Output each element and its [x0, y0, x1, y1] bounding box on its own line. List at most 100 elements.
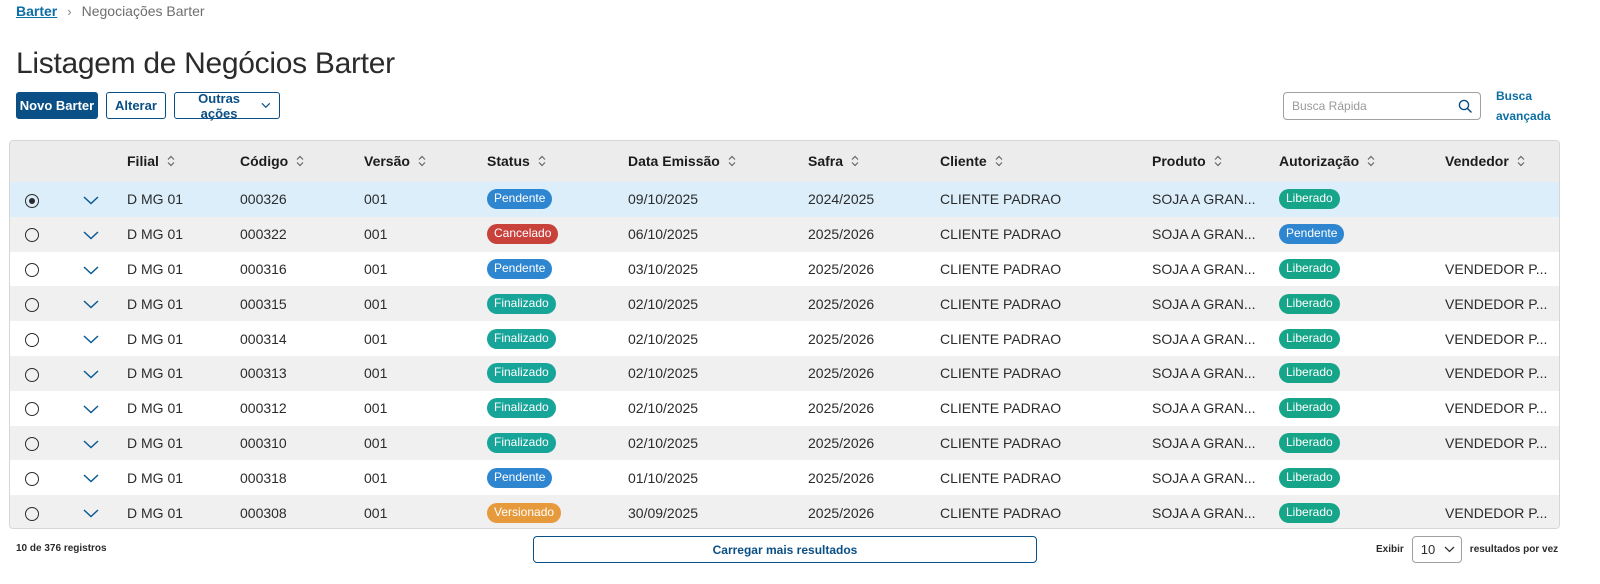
cell-autorizacao: Liberado	[1279, 495, 1445, 528]
cell-vendedor: VENDEDOR P...	[1445, 330, 1548, 347]
table-row[interactable]: D MG 01 000322 001 Cancelado 06/10/2025 2025/…	[10, 216, 1559, 252]
col-header-label: Status	[487, 152, 530, 169]
cell-cliente: CLIENTE PADRAO	[940, 226, 1062, 243]
sort-icon[interactable]	[296, 154, 304, 170]
table-row[interactable]: D MG 01 000313 001 Finalizado 02/10/2025 2025…	[10, 355, 1559, 391]
cell-filial: D MG 01	[127, 191, 184, 208]
cell-autorizacao: Liberado	[1279, 391, 1445, 426]
row-radio[interactable]	[25, 437, 39, 452]
edit-button[interactable]: Alterar	[106, 92, 166, 119]
col-header-label: Data Emissão	[628, 152, 720, 169]
cell-autorizacao: Liberado	[1279, 356, 1445, 391]
cell-codigo: 000322	[240, 226, 287, 243]
col-header[interactable]: Cliente	[940, 141, 1152, 182]
sort-icon[interactable]	[418, 154, 426, 170]
row-radio[interactable]	[25, 193, 39, 208]
col-header-label: Safra	[808, 152, 844, 169]
page-size-select[interactable]: 10	[1411, 536, 1462, 563]
sort-icon[interactable]	[1367, 154, 1375, 170]
cell-autorizacao: Liberado	[1279, 460, 1445, 495]
select-cell	[10, 286, 75, 321]
row-radio[interactable]	[25, 297, 39, 312]
table-row[interactable]: D MG 01 000312 001 Finalizado 02/10/2025 2025…	[10, 390, 1559, 426]
col-header-label: Produto	[1152, 152, 1206, 169]
cell-filial: D MG 01	[127, 330, 184, 347]
col-header[interactable]: Vendedor	[1445, 141, 1559, 182]
chevron-down-icon[interactable]	[83, 192, 99, 208]
row-radio[interactable]	[25, 471, 39, 486]
quick-search-input[interactable]	[1292, 99, 1458, 113]
col-header[interactable]: Autorização	[1279, 141, 1445, 182]
table-row[interactable]: D MG 01 000314 001 Finalizado 02/10/2025 2025…	[10, 321, 1559, 356]
chevron-down-icon[interactable]	[83, 227, 99, 243]
barter-table: Filial Código Versão Status Data Emissão…	[9, 140, 1560, 529]
sort-icon[interactable]	[995, 154, 1003, 170]
breadcrumb-barter-link[interactable]: Barter	[16, 3, 57, 19]
cell-safra: 2025/2026	[808, 295, 875, 312]
col-header[interactable]: Código	[240, 141, 364, 182]
quick-search[interactable]	[1283, 92, 1481, 120]
authorization-badge: Liberado	[1279, 432, 1340, 453]
row-radio[interactable]	[25, 402, 39, 417]
cell-safra: 2024/2025	[808, 191, 875, 208]
chevron-down-icon[interactable]	[83, 505, 99, 521]
cell-cliente: CLIENTE PADRAO	[940, 504, 1062, 521]
table-row[interactable]: D MG 01 000318 001 Pendente 01/10/2025 2025/2…	[10, 460, 1559, 496]
authorization-badge: Liberado	[1279, 467, 1340, 488]
chevron-down-icon[interactable]	[83, 331, 99, 347]
status-badge: Pendente	[487, 189, 553, 210]
cell-filial: D MG 01	[127, 400, 184, 417]
row-radio[interactable]	[25, 506, 39, 521]
col-header[interactable]: Data Emissão	[628, 141, 808, 182]
more-actions-label: Outras ações	[198, 90, 241, 121]
sort-icon[interactable]	[538, 154, 546, 170]
col-header[interactable]: Status	[487, 141, 628, 182]
chevron-right-icon: ›	[67, 3, 72, 19]
cell-cliente: CLIENTE PADRAO	[940, 330, 1062, 347]
sort-icon[interactable]	[167, 154, 175, 170]
select-cell	[10, 356, 75, 391]
table-row[interactable]: D MG 01 000326 001 Pendente 09/10/2025 2024/2…	[10, 182, 1559, 217]
table-row[interactable]: D MG 01 000316 001 Pendente 03/10/2025 2025/2…	[10, 251, 1559, 287]
authorization-badge: Liberado	[1279, 189, 1340, 210]
search-icon[interactable]	[1458, 99, 1472, 113]
cell-autorizacao: Liberado	[1279, 286, 1445, 321]
authorization-badge: Liberado	[1279, 258, 1340, 279]
chevron-down-icon[interactable]	[83, 262, 99, 278]
cell-cliente: CLIENTE PADRAO	[940, 191, 1062, 208]
cell-status: Finalizado	[487, 321, 628, 356]
sort-icon[interactable]	[1214, 154, 1222, 170]
sort-icon[interactable]	[728, 154, 736, 170]
chevron-down-icon[interactable]	[83, 366, 99, 382]
load-more-button[interactable]: Carregar mais resultados	[533, 536, 1037, 563]
cell-autorizacao: Liberado	[1279, 182, 1445, 217]
chevron-down-icon[interactable]	[83, 436, 99, 452]
sort-icon[interactable]	[1517, 154, 1525, 170]
row-radio[interactable]	[25, 367, 39, 382]
expand-cell	[75, 321, 127, 356]
sort-icon[interactable]	[851, 154, 859, 170]
authorization-badge: Liberado	[1279, 328, 1340, 349]
col-header[interactable]: Versão	[364, 141, 487, 182]
cell-versao: 001	[364, 469, 388, 486]
col-header[interactable]: Filial	[127, 141, 240, 182]
row-radio[interactable]	[25, 228, 39, 243]
advanced-search-link[interactable]: Busca avançada	[1496, 86, 1551, 126]
chevron-down-icon[interactable]	[83, 296, 99, 312]
col-header[interactable]: Produto	[1152, 141, 1279, 182]
action-bar: Novo Barter Alterar Outras ações	[16, 90, 280, 121]
more-actions-button[interactable]: Outras ações	[173, 90, 280, 121]
chevron-down-icon[interactable]	[83, 470, 99, 486]
chevron-down-icon[interactable]	[83, 401, 99, 417]
col-header-label: Autorização	[1279, 152, 1360, 169]
row-radio[interactable]	[25, 263, 39, 278]
row-radio[interactable]	[25, 332, 39, 347]
new-barter-button[interactable]: Novo Barter	[16, 92, 98, 119]
cell-safra: 2025/2026	[808, 469, 875, 486]
table-row[interactable]: D MG 01 000310 001 Finalizado 02/10/2025 2025…	[10, 425, 1559, 461]
col-header[interactable]: Safra	[808, 141, 940, 182]
cell-vendedor	[1445, 182, 1559, 217]
table-row[interactable]: D MG 01 000308 001 Versionado 30/09/2025 2025…	[10, 495, 1559, 528]
cell-filial: D MG 01	[127, 226, 184, 243]
table-row[interactable]: D MG 01 000315 001 Finalizado 02/10/2025 2025…	[10, 286, 1559, 322]
